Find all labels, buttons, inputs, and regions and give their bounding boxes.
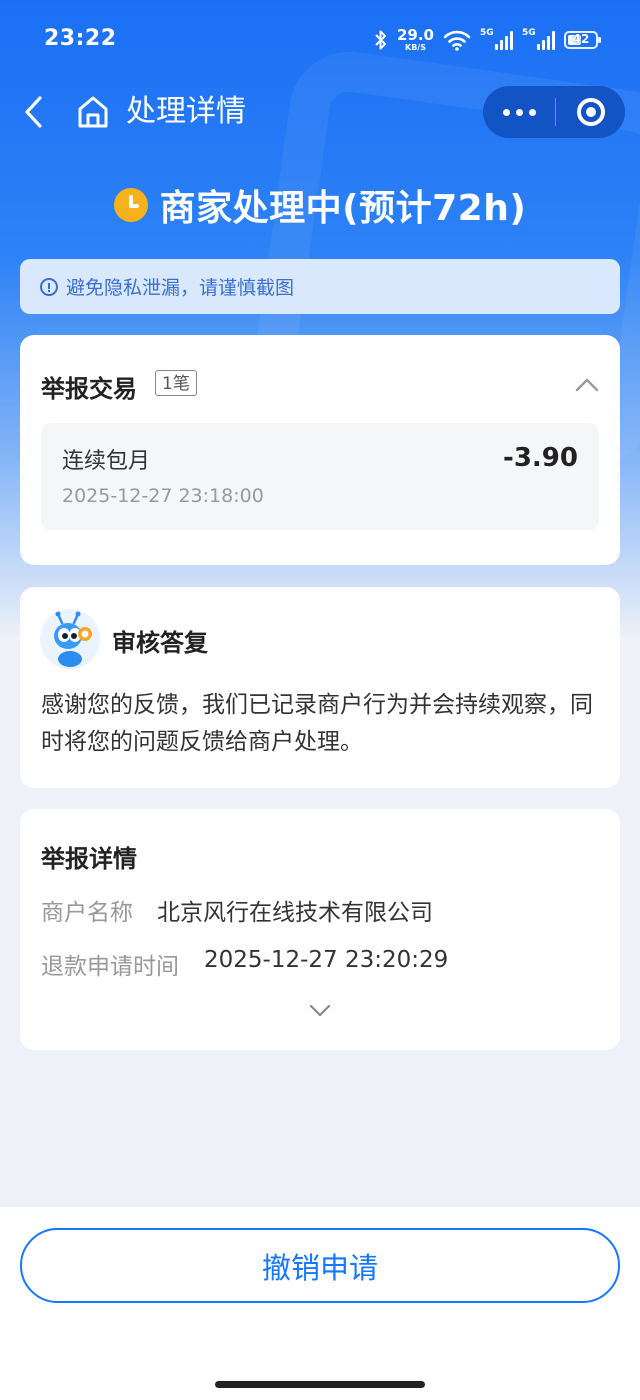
report-transaction-title: 举报交易 bbox=[41, 375, 137, 403]
detail-row-merchant: 商户名称 北京风行在线技术有限公司 bbox=[41, 893, 433, 927]
chevron-up-icon bbox=[575, 378, 599, 392]
transaction-item[interactable]: 连续包月 -3.90 2025-12-27 23:18:00 bbox=[41, 423, 599, 530]
status-headline: 商家处理中(预计72h) bbox=[0, 178, 640, 232]
home-indicator[interactable] bbox=[215, 1381, 425, 1388]
review-reply-card: 审核答复 感谢您的反馈，我们已记录商户行为并会持续观察，同时将您的问题反馈给商户… bbox=[20, 587, 620, 788]
transaction-name: 连续包月 bbox=[62, 449, 151, 474]
back-button[interactable] bbox=[20, 94, 50, 130]
status-headline-text: 商家处理中(预计72h) bbox=[159, 188, 527, 229]
status-icons: 29.0 KB/S 5G 5G 42 bbox=[374, 26, 601, 54]
network-speed: 29.0 KB/S bbox=[397, 28, 434, 52]
miniapp-capsule bbox=[483, 86, 625, 138]
report-details-title: 举报详情 bbox=[41, 845, 137, 873]
more-button[interactable] bbox=[483, 86, 555, 138]
back-arrow-icon bbox=[25, 96, 42, 128]
transaction-count-badge: 1笔 bbox=[155, 370, 197, 396]
clock-icon bbox=[113, 188, 148, 222]
detail-value: 2025-12-27 23:20:29 bbox=[204, 947, 449, 973]
signal-2-icon: 5G bbox=[522, 28, 555, 50]
revoke-application-button[interactable]: 撤销申请 bbox=[20, 1228, 620, 1303]
battery-icon: 42 bbox=[564, 31, 601, 49]
detail-row-refund-time: 退款申请时间 2025-12-27 23:20:29 bbox=[41, 947, 448, 981]
detail-label: 商户名称 bbox=[41, 900, 133, 926]
bottom-action-bar: 撤销申请 bbox=[0, 1207, 640, 1400]
transaction-amount: -3.90 bbox=[503, 443, 578, 473]
privacy-notice: 避免隐私泄漏，请谨慎截图 bbox=[20, 259, 620, 314]
status-bar: 23:22 29.0 KB/S 5G 5G 42 bbox=[0, 0, 640, 80]
transaction-time: 2025-12-27 23:18:00 bbox=[62, 485, 264, 507]
review-reply-title: 审核答复 bbox=[112, 629, 208, 657]
chevron-down-icon bbox=[309, 1004, 331, 1017]
collapse-button[interactable] bbox=[574, 375, 600, 395]
signal-1-label: 5G bbox=[480, 28, 494, 38]
home-icon bbox=[78, 96, 108, 128]
network-speed-value: 29.0 bbox=[396, 26, 434, 44]
bluetooth-icon bbox=[375, 30, 386, 50]
more-icon bbox=[502, 108, 536, 116]
battery-level: 42 bbox=[572, 32, 590, 46]
detail-value: 北京风行在线技术有限公司 bbox=[157, 900, 433, 926]
report-transaction-card: 举报交易 1笔 连续包月 -3.90 2025-12-27 23:18:00 bbox=[20, 335, 620, 565]
info-icon bbox=[40, 277, 58, 296]
page-title: 处理详情 bbox=[126, 94, 246, 129]
report-details-card: 举报详情 商户名称 北京风行在线技术有限公司 退款申请时间 2025-12-27… bbox=[20, 809, 620, 1050]
review-reply-body: 感谢您的反馈，我们已记录商户行为并会持续观察，同时将您的问题反馈给商户处理。 bbox=[41, 692, 593, 755]
status-time: 23:22 bbox=[44, 26, 117, 51]
robot-avatar-icon bbox=[40, 609, 100, 669]
home-button[interactable] bbox=[76, 94, 110, 130]
wifi-icon bbox=[443, 30, 471, 51]
close-miniapp-button[interactable] bbox=[556, 86, 625, 138]
network-speed-unit: KB/S bbox=[405, 43, 426, 52]
signal-2-label: 5G bbox=[522, 28, 536, 38]
detail-label: 退款申请时间 bbox=[41, 954, 179, 980]
close-target-icon bbox=[576, 98, 605, 126]
nav-bar: 处理详情 bbox=[0, 82, 640, 142]
privacy-notice-text: 避免隐私泄漏，请谨慎截图 bbox=[66, 277, 295, 299]
signal-1-icon: 5G bbox=[480, 28, 513, 50]
expand-details-button[interactable] bbox=[308, 1001, 332, 1019]
